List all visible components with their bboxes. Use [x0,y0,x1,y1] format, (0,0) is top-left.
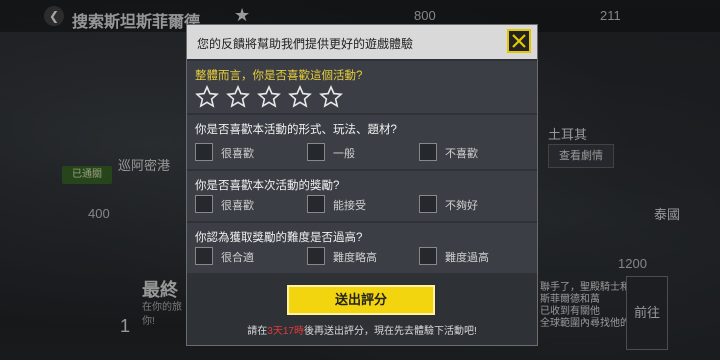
checkbox[interactable] [195,195,213,213]
question-rewards: 你是否喜歡本次活動的獎勵? 很喜歡 能接受 不夠好 [187,171,537,221]
checkbox[interactable] [307,143,325,161]
checkbox[interactable] [419,247,437,265]
star-5-icon[interactable] [319,85,343,109]
star-1-icon[interactable] [195,85,219,109]
question-rewards-text: 你是否喜歡本次活動的獎勵? [195,180,340,192]
feedback-dialog: 您的反饋將幫助我們提供更好的遊戲體驗 整體而言，你是否喜歡這個活動? 你是否喜歡… [186,24,538,346]
checkbox[interactable] [195,143,213,161]
checkbox[interactable] [419,195,437,213]
star-4-icon[interactable] [288,85,312,109]
dialog-header: 您的反饋將幫助我們提供更好的遊戲體驗 [187,25,537,59]
dialog-title: 您的反饋將幫助我們提供更好的遊戲體驗 [197,37,414,51]
star-2-icon[interactable] [226,85,250,109]
checkbox[interactable] [307,195,325,213]
question-format: 你是否喜歡本活動的形式、玩法、題材? 很喜歡 一般 不喜歡 [187,115,537,169]
question-difficulty-text: 你認為獲取獎勵的難度是否過高? [195,232,363,244]
star-3-icon[interactable] [257,85,281,109]
submit-rating-button[interactable]: 送出評分 [287,285,435,315]
cooldown-time: 3天17時 [267,326,304,337]
footer-note: 請在3天17時後再送出評分，現在先去體驗下活動吧! [247,326,477,337]
question-overall-text: 整體而言，你是否喜歡這個活動? [195,70,363,82]
question-format-text: 你是否喜歡本活動的形式、玩法、題材? [195,124,397,136]
close-x-icon[interactable] [507,29,531,53]
question-overall: 整體而言，你是否喜歡這個活動? [187,61,537,113]
checkbox[interactable] [195,247,213,265]
question-difficulty: 你認為獲取獎勵的難度是否過高? 很合適 難度略高 難度過高 [187,223,537,273]
star-rating [195,85,350,114]
checkbox[interactable] [307,247,325,265]
checkbox[interactable] [419,143,437,161]
